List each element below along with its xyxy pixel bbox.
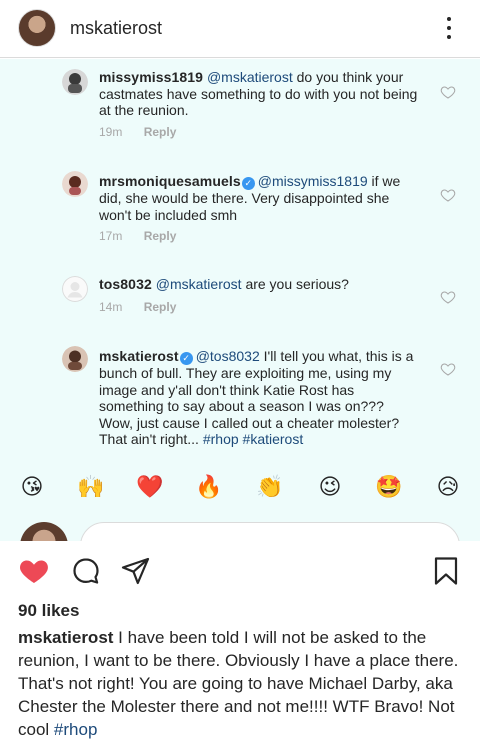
send-icon[interactable]: [120, 555, 152, 587]
verified-badge-icon: ✓: [179, 352, 193, 365]
comments-panel: missymiss1819 @mskatierost do you think …: [0, 59, 480, 541]
comment-text: mskatierost ✓ @tos8032 I'll tell you what,…: [99, 348, 419, 448]
comment-username[interactable]: missymiss1819: [99, 69, 203, 85]
comment-text: missymiss1819 @mskatierost do you think …: [99, 69, 419, 119]
commenter-avatar[interactable]: [62, 171, 88, 197]
comment-meta: 19m Reply: [99, 125, 194, 139]
emoji-heart-button[interactable]: ❤️: [136, 474, 164, 502]
add-comment-row: [0, 518, 480, 541]
emoji-raised-hands-button[interactable]: 🙌: [77, 474, 105, 502]
author-avatar[interactable]: [18, 9, 56, 47]
heart-outline-icon[interactable]: [440, 187, 456, 203]
comment-time: 17m: [99, 229, 123, 243]
add-comment-input[interactable]: [80, 522, 460, 541]
emoji-wink-button[interactable]: 😉: [316, 474, 344, 502]
reply-button[interactable]: Reply: [144, 300, 177, 314]
comment-time: 14m: [99, 300, 123, 314]
reply-button[interactable]: Reply: [144, 125, 177, 139]
caption-username[interactable]: mskatierost: [18, 628, 113, 647]
comment-text: mrsmoniquesamuels ✓ @missymiss1819 if we d…: [99, 173, 419, 223]
verified-badge-icon: ✓: [241, 177, 255, 190]
my-avatar: [20, 522, 68, 541]
comment-mention[interactable]: @tos8032: [196, 348, 260, 364]
emoji-clap-button[interactable]: 👏: [256, 474, 284, 502]
comment-hashtags[interactable]: #rhop #katierost: [203, 431, 303, 447]
heart-outline-icon[interactable]: [440, 84, 456, 100]
comment-username[interactable]: mrsmoniquesamuels: [99, 173, 241, 189]
heart-outline-icon[interactable]: [440, 361, 456, 377]
emoji-quick-reply-bar: 😘 🙌 ❤️ 🔥 👏 😉 🤩 😥: [0, 466, 480, 510]
more-vertical-icon[interactable]: [441, 14, 457, 42]
likes-count[interactable]: 90 likes: [18, 601, 79, 621]
emoji-fire-button[interactable]: 🔥: [195, 474, 223, 502]
post-actions-bar: [0, 541, 480, 603]
post-caption: mskatierost I have been told I will not …: [18, 626, 462, 741]
heart-filled-icon[interactable]: [18, 555, 50, 587]
comment-mention[interactable]: @missymiss1819: [258, 173, 368, 189]
comment-body: are you serious?: [245, 276, 349, 292]
reply-button[interactable]: Reply: [144, 229, 177, 243]
comment-mention[interactable]: @mskatierost: [156, 276, 242, 292]
bookmark-icon[interactable]: [430, 555, 462, 587]
emoji-kiss-button[interactable]: 😘: [18, 474, 46, 502]
comment-username[interactable]: mskatierost: [99, 348, 179, 364]
comment-meta: 17m Reply: [99, 229, 194, 243]
comment-icon[interactable]: [70, 555, 102, 587]
default-avatar-icon[interactable]: [62, 276, 88, 302]
comment-time: 19m: [99, 125, 123, 139]
commenter-avatar[interactable]: [62, 69, 88, 95]
comment-username[interactable]: tos8032: [99, 276, 152, 292]
emoji-sad-button[interactable]: 😥: [434, 474, 462, 502]
author-username[interactable]: mskatierost: [70, 18, 162, 39]
post-header: mskatierost: [0, 0, 480, 58]
caption-hashtag[interactable]: #rhop: [54, 720, 97, 739]
comment-meta: 14m Reply: [99, 300, 194, 314]
comment-text: tos8032 @mskatierost are you serious?: [99, 276, 419, 293]
comment-mention[interactable]: @mskatierost: [207, 69, 293, 85]
heart-outline-icon[interactable]: [440, 289, 456, 305]
emoji-star-struck-button[interactable]: 🤩: [375, 474, 403, 502]
commenter-avatar[interactable]: [62, 346, 88, 372]
